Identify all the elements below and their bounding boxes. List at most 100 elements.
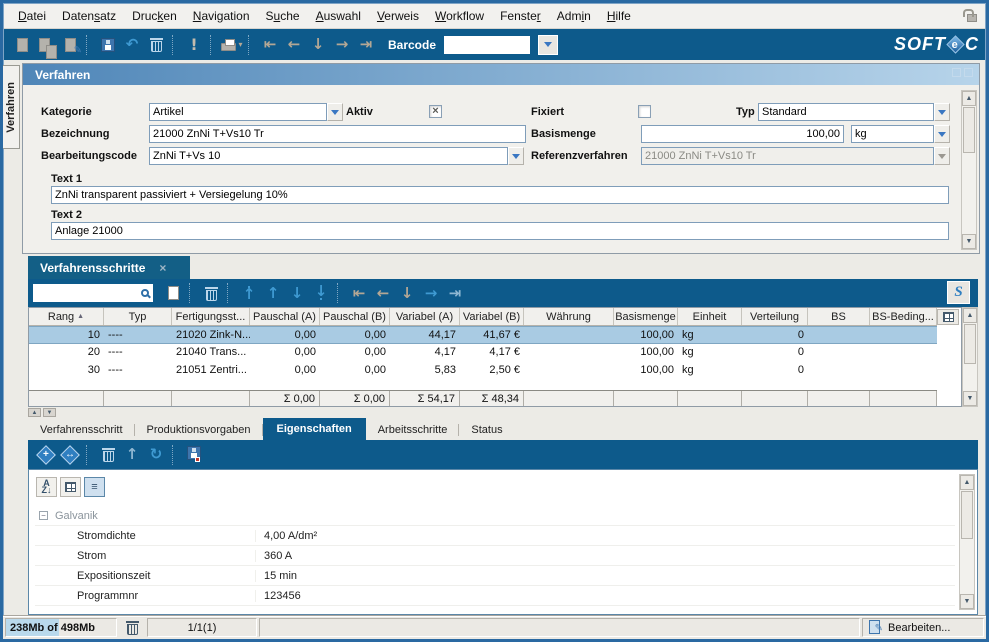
scroll-up-icon[interactable]: ▲ xyxy=(962,91,976,106)
nav-first-icon[interactable]: ⇤ xyxy=(347,281,371,305)
menu-item-navigation[interactable]: Navigation xyxy=(185,6,258,26)
barcode-input[interactable] xyxy=(444,36,530,54)
menu-item-datei[interactable]: Datei xyxy=(10,6,54,26)
undo-icon[interactable]: ↶ xyxy=(120,33,144,57)
nav-first-icon[interactable]: ⇤ xyxy=(258,33,282,57)
table-row[interactable]: 30----21051 Zentri...0,000,005,832,50 €1… xyxy=(29,362,937,380)
column-header[interactable]: Variabel (B) xyxy=(460,308,524,325)
delete-property-icon[interactable] xyxy=(96,443,120,467)
column-header[interactable]: Pauschal (A) xyxy=(250,308,320,325)
nav-down-icon[interactable]: ↓ xyxy=(395,281,419,305)
delete-icon[interactable] xyxy=(144,33,168,57)
search-icon[interactable] xyxy=(141,289,149,297)
kategorie-input[interactable] xyxy=(149,103,327,121)
property-row[interactable]: Stromdichte4,00 A/dm² xyxy=(35,526,955,546)
menu-item-verweis[interactable]: Verweis xyxy=(369,6,427,26)
refresh-icon[interactable]: ↻ xyxy=(144,443,168,467)
scroll-down-icon[interactable]: ▼ xyxy=(962,234,976,249)
nav-last-icon[interactable]: ⇥ xyxy=(443,281,467,305)
menu-item-admin[interactable]: Admin xyxy=(549,6,599,26)
basismenge-unit-dropdown[interactable] xyxy=(934,125,950,143)
table-row[interactable]: 20----21040 Trans...0,000,004,174,17 €10… xyxy=(29,344,937,362)
sort-alphabetical-icon[interactable]: AZ↓ xyxy=(36,477,57,497)
table-filter-button[interactable]: S xyxy=(947,281,970,304)
scrollbar-thumb[interactable] xyxy=(961,491,973,539)
column-header[interactable]: Rang▲ xyxy=(29,308,104,325)
nav-prev-icon[interactable]: ← xyxy=(282,33,306,57)
edit-record-icon[interactable]: ✎ xyxy=(58,33,82,57)
close-icon[interactable]: × xyxy=(159,261,166,275)
column-header[interactable]: Währung xyxy=(524,308,614,325)
collapse-down-icon[interactable]: ▼ xyxy=(43,408,56,417)
copy-record-icon[interactable] xyxy=(34,33,58,57)
text2-input[interactable] xyxy=(51,222,949,240)
nav-down-icon[interactable]: ↓ xyxy=(306,33,330,57)
menu-item-drucken[interactable]: Drucken xyxy=(124,6,185,26)
tab-status[interactable]: Status xyxy=(459,420,514,440)
aktiv-checkbox[interactable]: × xyxy=(429,105,442,118)
bezeichnung-input[interactable] xyxy=(149,125,526,143)
bearbeitungscode-input[interactable] xyxy=(149,147,508,165)
side-tab-verfahren[interactable]: Verfahren xyxy=(3,65,20,149)
tab-eigenschaften[interactable]: Eigenschaften xyxy=(263,418,366,440)
column-header[interactable]: Fertigungsst... xyxy=(172,308,250,325)
save-properties-icon[interactable] xyxy=(182,443,206,467)
column-header[interactable]: Variabel (A) xyxy=(390,308,460,325)
move-down-icon[interactable]: ↓ xyxy=(285,281,309,305)
move-top-icon[interactable]: ↑ xyxy=(237,281,261,305)
fixiert-checkbox[interactable] xyxy=(638,105,651,118)
typ-input[interactable] xyxy=(758,103,934,121)
bearbeitungscode-dropdown[interactable] xyxy=(508,147,524,165)
garbage-collect-button[interactable] xyxy=(120,618,144,638)
scroll-up-icon[interactable]: ▲ xyxy=(960,475,974,490)
scroll-up-icon[interactable]: ▲ xyxy=(963,308,977,323)
basismenge-input[interactable] xyxy=(641,125,844,143)
view-categorized-icon[interactable] xyxy=(60,477,81,497)
nav-last-icon[interactable]: ⇥ xyxy=(354,33,378,57)
move-up-icon[interactable]: ↑ xyxy=(261,281,285,305)
menu-item-fenster[interactable]: Fenster xyxy=(492,6,549,26)
delete-step-icon[interactable] xyxy=(199,281,223,305)
property-row[interactable]: Expositionszeit15 min xyxy=(35,566,955,586)
view-list-icon[interactable]: ≡ xyxy=(84,477,105,497)
search-input[interactable] xyxy=(37,287,141,299)
new-step-icon[interactable] xyxy=(161,281,185,305)
menu-item-hilfe[interactable]: Hilfe xyxy=(599,6,639,26)
splitter-bar[interactable]: ▲ ▼ xyxy=(28,407,978,418)
table-scrollbar[interactable]: ▲ ▼ xyxy=(962,307,978,407)
nav-prev-icon[interactable]: ← xyxy=(371,281,395,305)
nav-next-icon[interactable]: → xyxy=(330,33,354,57)
new-record-icon[interactable] xyxy=(10,33,34,57)
column-header[interactable]: Pauschal (B) xyxy=(320,308,390,325)
scrollbar-thumb[interactable] xyxy=(964,324,976,364)
typ-dropdown[interactable] xyxy=(934,103,950,121)
column-header[interactable]: Einheit xyxy=(678,308,742,325)
property-group-row[interactable]: −Galvanik xyxy=(35,506,955,526)
collapse-group-icon[interactable]: − xyxy=(39,511,48,520)
kategorie-dropdown[interactable] xyxy=(327,103,343,121)
property-row[interactable]: Programmnr123456 xyxy=(35,586,955,606)
panel-header-icons[interactable] xyxy=(952,68,973,77)
tab-arbeitsschritte[interactable]: Arbeitsschritte xyxy=(366,420,460,440)
tab-produktionsvorgaben[interactable]: Produktionsvorgaben xyxy=(135,420,263,440)
properties-scrollbar[interactable]: ▲ ▼ xyxy=(959,474,975,610)
menu-item-auswahl[interactable]: Auswahl xyxy=(308,6,369,26)
column-settings-button[interactable] xyxy=(937,309,959,325)
print-icon[interactable]: ▾ xyxy=(220,33,244,57)
scrollbar-thumb[interactable] xyxy=(963,107,975,153)
column-header[interactable]: BS-Beding... xyxy=(870,308,937,325)
panel-scrollbar[interactable]: ▲ ▼ xyxy=(961,90,977,250)
basismenge-unit-input[interactable] xyxy=(851,125,934,143)
scroll-down-icon[interactable]: ▼ xyxy=(963,391,977,406)
collapse-up-icon[interactable]: ▲ xyxy=(28,408,41,417)
column-header[interactable]: Typ xyxy=(104,308,172,325)
menu-item-workflow[interactable]: Workflow xyxy=(427,6,492,26)
add-property-icon[interactable]: + xyxy=(34,443,58,467)
important-icon[interactable]: ! xyxy=(182,33,206,57)
scroll-down-icon[interactable]: ▼ xyxy=(960,594,974,609)
tab-verfahrensschritt[interactable]: Verfahrensschritt xyxy=(28,420,135,440)
move-up-property-icon[interactable]: ↑ xyxy=(120,443,144,467)
barcode-dropdown[interactable] xyxy=(538,35,558,55)
column-header[interactable]: BS xyxy=(808,308,870,325)
table-row[interactable]: 10----21020 Zink-N...0,000,0044,1741,67 … xyxy=(29,326,937,344)
